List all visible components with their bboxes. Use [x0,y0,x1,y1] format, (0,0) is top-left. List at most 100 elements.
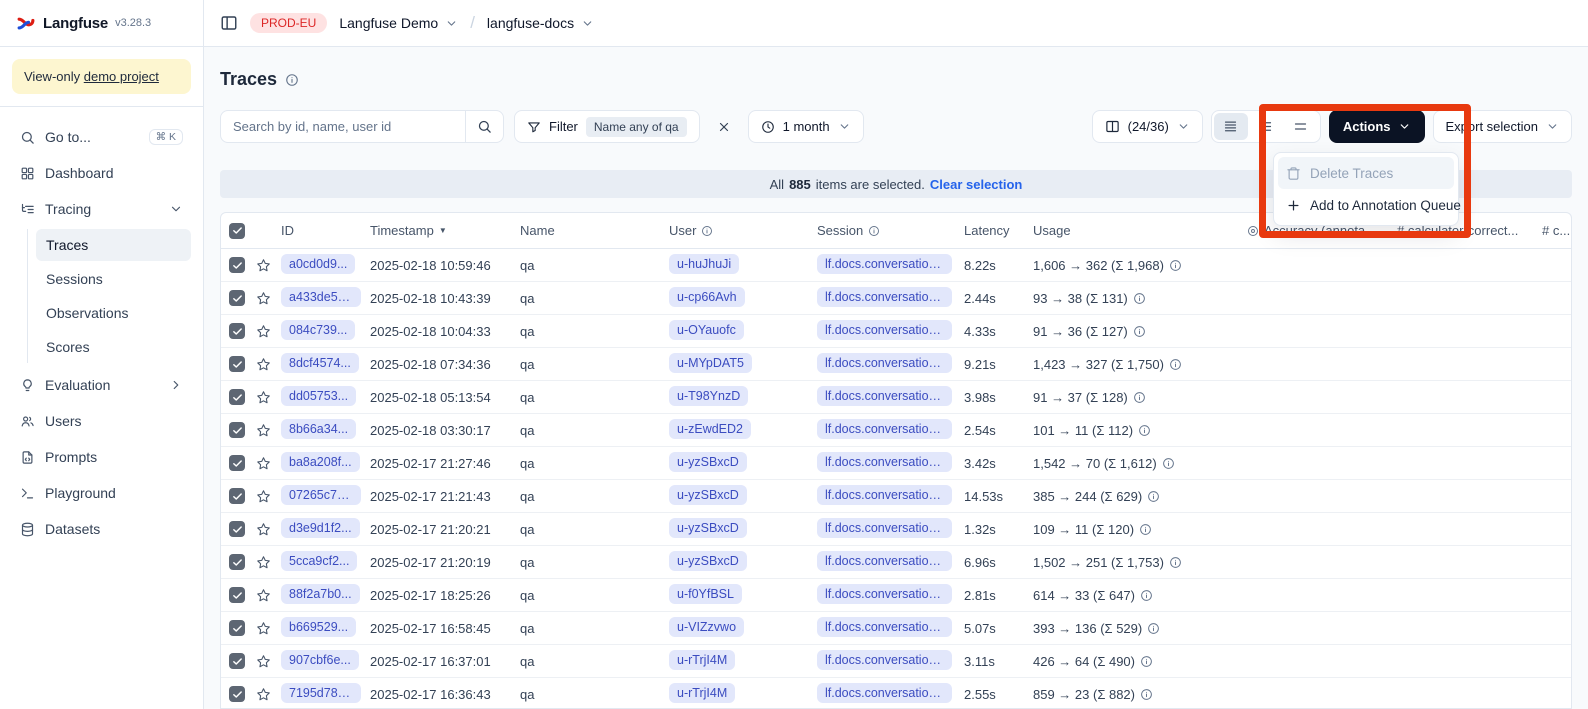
session-badge[interactable]: lf.docs.conversation... [817,254,952,274]
row-checkbox[interactable] [229,422,245,438]
info-icon[interactable] [1147,490,1160,503]
table-row[interactable]: b669529... 2025-02-17 16:58:45 qa u-VIZz… [221,612,1571,645]
info-icon[interactable] [1133,325,1146,338]
sidebar-item-tracing[interactable]: Tracing [12,191,191,227]
user-badge[interactable]: u-yzSBxcD [669,518,747,538]
bookmark-star-icon[interactable] [251,588,281,603]
header-name[interactable]: Name [520,223,669,238]
search-input[interactable] [221,119,465,134]
row-checkbox[interactable] [229,686,245,702]
info-icon[interactable] [1133,292,1146,305]
session-badge[interactable]: lf.docs.conversation... [817,650,952,670]
demo-project-link[interactable]: demo project [84,69,159,84]
bookmark-star-icon[interactable] [251,522,281,537]
sidebar-toggle-icon[interactable] [220,14,238,32]
clear-selection-link[interactable]: Clear selection [930,177,1023,192]
filter-chip[interactable]: Name any of qa [586,117,687,137]
sidebar-item-evaluation[interactable]: Evaluation [12,367,191,403]
bookmark-star-icon[interactable] [251,687,281,702]
user-badge[interactable]: u-yzSBxcD [669,551,747,571]
user-badge[interactable]: u-f0YfBSL [669,584,742,604]
table-row[interactable]: ba8a208f... 2025-02-17 21:27:46 qa u-yzS… [221,447,1571,480]
info-icon[interactable] [1138,424,1151,437]
trace-id-badge[interactable]: 7195d78e... [281,683,361,703]
trace-id-badge[interactable]: d3e9d1f2... [281,518,360,538]
row-checkbox[interactable] [229,290,245,306]
trace-id-badge[interactable]: 907cbf6e... [281,650,359,670]
sidebar-item-playground[interactable]: Playground [12,475,191,511]
trace-id-badge[interactable]: 8b66a34... [281,419,356,439]
columns-button[interactable]: (24/36) [1092,110,1203,143]
row-checkbox[interactable] [229,323,245,339]
table-row[interactable]: 5cca9cf2... 2025-02-17 21:20:19 qa u-yzS… [221,546,1571,579]
trace-id-badge[interactable]: ba8a208f... [281,452,360,472]
row-checkbox[interactable] [229,257,245,273]
table-row[interactable]: 7195d78e... 2025-02-17 16:36:43 qa u-rTr… [221,678,1571,709]
row-height-large-button[interactable] [1284,113,1318,140]
trace-id-badge[interactable]: 88f2a7b0... [281,584,360,604]
row-checkbox[interactable] [229,488,245,504]
header-overflow[interactable]: # c... [1542,223,1572,238]
user-badge[interactable]: u-rTrjI4M [669,683,735,703]
row-checkbox[interactable] [229,389,245,405]
session-badge[interactable]: lf.docs.conversation... [817,287,952,307]
row-checkbox[interactable] [229,455,245,471]
table-row[interactable]: dd05753... 2025-02-18 05:13:54 qa u-T98Y… [221,381,1571,414]
actions-button[interactable]: Actions [1329,110,1425,143]
export-selection-button[interactable]: Export selection [1433,110,1573,143]
table-row[interactable]: d3e9d1f2... 2025-02-17 21:20:21 qa u-yzS… [221,513,1571,546]
user-badge[interactable]: u-zEwdED2 [669,419,751,439]
user-badge[interactable]: u-huJhuJi [669,254,739,274]
sidebar-item-sessions[interactable]: Sessions [36,263,191,295]
row-checkbox[interactable] [229,554,245,570]
session-badge[interactable]: lf.docs.conversation... [817,386,952,406]
trace-id-badge[interactable]: 084c739... [281,320,355,340]
breadcrumb-project[interactable]: langfuse-docs [487,15,594,31]
session-badge[interactable]: lf.docs.conversation... [817,485,952,505]
row-checkbox[interactable] [229,620,245,636]
sidebar-item-prompts[interactable]: Prompts [12,439,191,475]
bookmark-star-icon[interactable] [251,423,281,438]
breadcrumb-org[interactable]: Langfuse Demo [339,15,458,31]
info-icon[interactable] [1140,655,1153,668]
trace-id-badge[interactable]: 07265c7a... [281,485,361,505]
table-row[interactable]: 084c739... 2025-02-18 10:04:33 qa u-OYau… [221,315,1571,348]
user-badge[interactable]: u-yzSBxcD [669,452,747,472]
user-badge[interactable]: u-VIZzvwo [669,617,744,637]
session-badge[interactable]: lf.docs.conversation... [817,518,952,538]
bookmark-star-icon[interactable] [251,357,281,372]
session-badge[interactable]: lf.docs.conversation... [817,452,952,472]
table-row[interactable]: a433de51... 2025-02-18 10:43:39 qa u-cp6… [221,282,1571,315]
menu-item-add-to-annotation-queue[interactable]: Add to Annotation Queue [1278,189,1454,221]
trace-id-badge[interactable]: 5cca9cf2... [281,551,357,571]
table-row[interactable]: 8dcf4574... 2025-02-18 07:34:36 qa u-MYp… [221,348,1571,381]
session-badge[interactable]: lf.docs.conversation... [817,353,952,373]
sidebar-item-datasets[interactable]: Datasets [12,511,191,547]
bookmark-star-icon[interactable] [251,291,281,306]
row-checkbox[interactable] [229,521,245,537]
header-timestamp[interactable]: Timestamp▼ [370,223,520,238]
info-icon[interactable] [1162,457,1175,470]
clear-filter-button[interactable] [710,113,738,141]
row-height-small-button[interactable] [1214,113,1248,140]
table-row[interactable]: 8b66a34... 2025-02-18 03:30:17 qa u-zEwd… [221,414,1571,447]
user-badge[interactable]: u-MYpDAT5 [669,353,752,373]
sidebar-item-observations[interactable]: Observations [36,297,191,329]
bookmark-star-icon[interactable] [251,258,281,273]
session-badge[interactable]: lf.docs.conversation... [817,419,952,439]
header-usage[interactable]: Usage [1033,223,1247,238]
user-badge[interactable]: u-OYauofc [669,320,744,340]
info-icon[interactable] [1169,556,1182,569]
info-icon[interactable] [1140,688,1153,701]
user-badge[interactable]: u-yzSBxcD [669,485,747,505]
bookmark-star-icon[interactable] [251,654,281,669]
info-icon[interactable] [1139,523,1152,536]
table-row[interactable]: a0cd0d9... 2025-02-18 10:59:46 qa u-huJh… [221,249,1571,282]
session-badge[interactable]: lf.docs.conversation... [817,551,952,571]
bookmark-star-icon[interactable] [251,324,281,339]
row-checkbox[interactable] [229,587,245,603]
search-submit-button[interactable] [465,111,503,142]
session-badge[interactable]: lf.docs.conversation... [817,584,952,604]
user-badge[interactable]: u-cp66Avh [669,287,745,307]
trace-id-badge[interactable]: b669529... [281,617,356,637]
